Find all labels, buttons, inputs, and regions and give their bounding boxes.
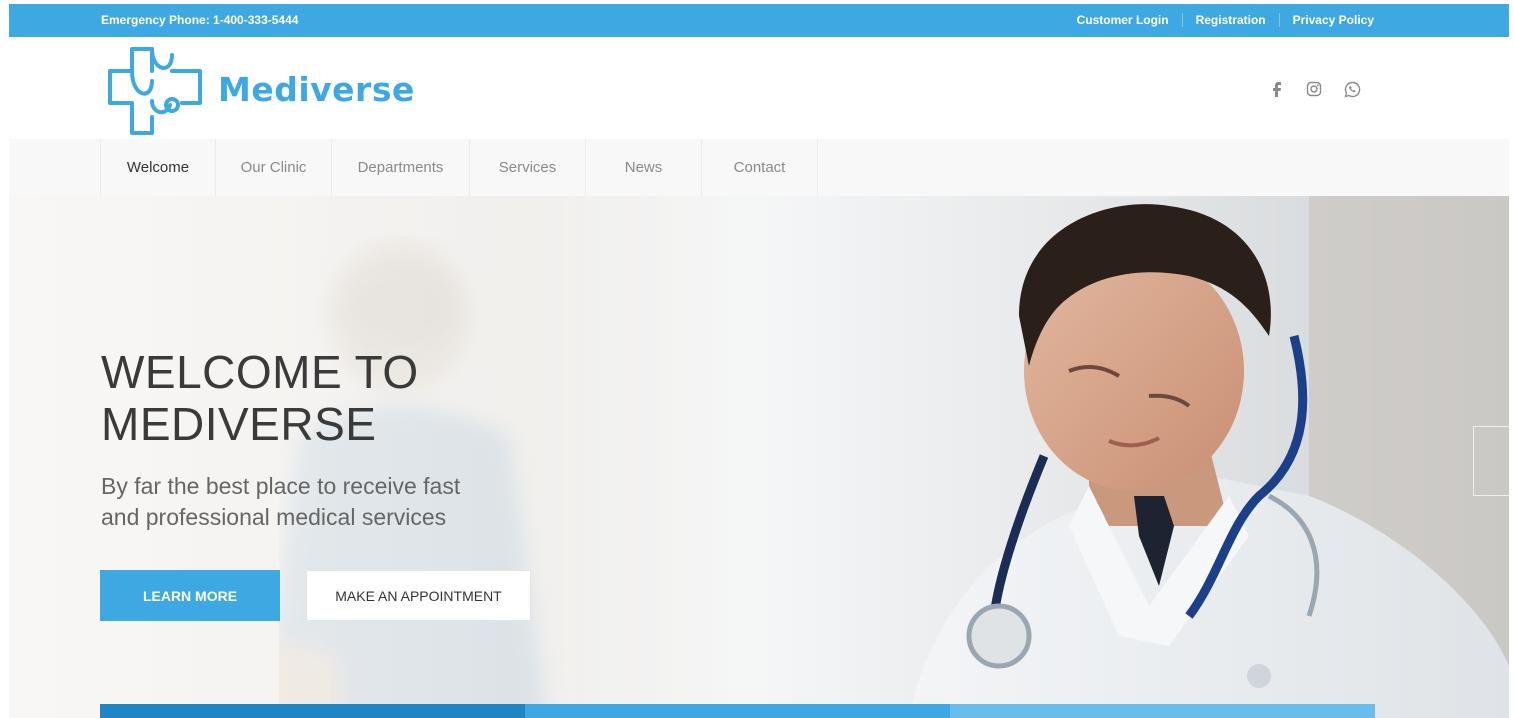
slider-next-arrow[interactable] [1473, 426, 1509, 496]
nav-item-our-clinic[interactable]: Our Clinic [216, 139, 332, 196]
facebook-icon[interactable] [1264, 79, 1288, 99]
instagram-icon[interactable] [1302, 79, 1326, 99]
whatsapp-icon[interactable] [1340, 79, 1364, 99]
page: Emergency Phone: 1-400-333-5444 Customer… [0, 0, 1514, 718]
info-strip-block-3[interactable] [950, 704, 1375, 718]
social-links [1264, 79, 1364, 99]
info-strip [100, 704, 1375, 718]
privacy-policy-link[interactable]: Privacy Policy [1278, 13, 1374, 27]
learn-more-button[interactable]: LEARN MORE [100, 570, 280, 621]
nav-item-contact[interactable]: Contact [702, 139, 818, 196]
nav-item-services[interactable]: Services [470, 139, 586, 196]
hero-left-overlay [9, 196, 809, 718]
nav-item-news[interactable]: News [586, 139, 702, 196]
hero-slider: WELCOME TO MEDIVERSE By far the best pla… [9, 196, 1509, 718]
logo[interactable]: Mediverse [100, 41, 415, 137]
header: Mediverse [9, 37, 1509, 139]
info-strip-block-2[interactable] [525, 704, 950, 718]
registration-link[interactable]: Registration [1181, 13, 1279, 27]
top-bar: Emergency Phone: 1-400-333-5444 Customer… [9, 4, 1509, 37]
nav-item-departments[interactable]: Departments [332, 139, 470, 196]
hero-title-line-1: WELCOME TO [101, 346, 419, 398]
info-strip-block-1[interactable] [100, 704, 525, 718]
stethoscope-cross-logo-icon [108, 47, 202, 135]
emergency-phone: Emergency Phone: 1-400-333-5444 [101, 13, 299, 27]
hero-subtitle-line-2: and professional medical services [101, 504, 447, 530]
make-appointment-button[interactable]: MAKE AN APPOINTMENT [306, 570, 531, 621]
hero-subtitle-line-1: By far the best place to receive fast [101, 473, 461, 499]
brand-name: Mediverse [218, 69, 415, 109]
nav-item-welcome[interactable]: Welcome [100, 139, 216, 196]
top-links: Customer Login Registration Privacy Poli… [1064, 13, 1374, 27]
hero-title: WELCOME TO MEDIVERSE [101, 346, 621, 450]
hero-title-line-2: MEDIVERSE [101, 398, 377, 450]
main-nav: Welcome Our Clinic Departments Services … [9, 139, 1509, 196]
customer-login-link[interactable]: Customer Login [1064, 13, 1182, 27]
doctor-image [909, 196, 1509, 718]
hero-subtitle: By far the best place to receive fast an… [101, 471, 561, 533]
